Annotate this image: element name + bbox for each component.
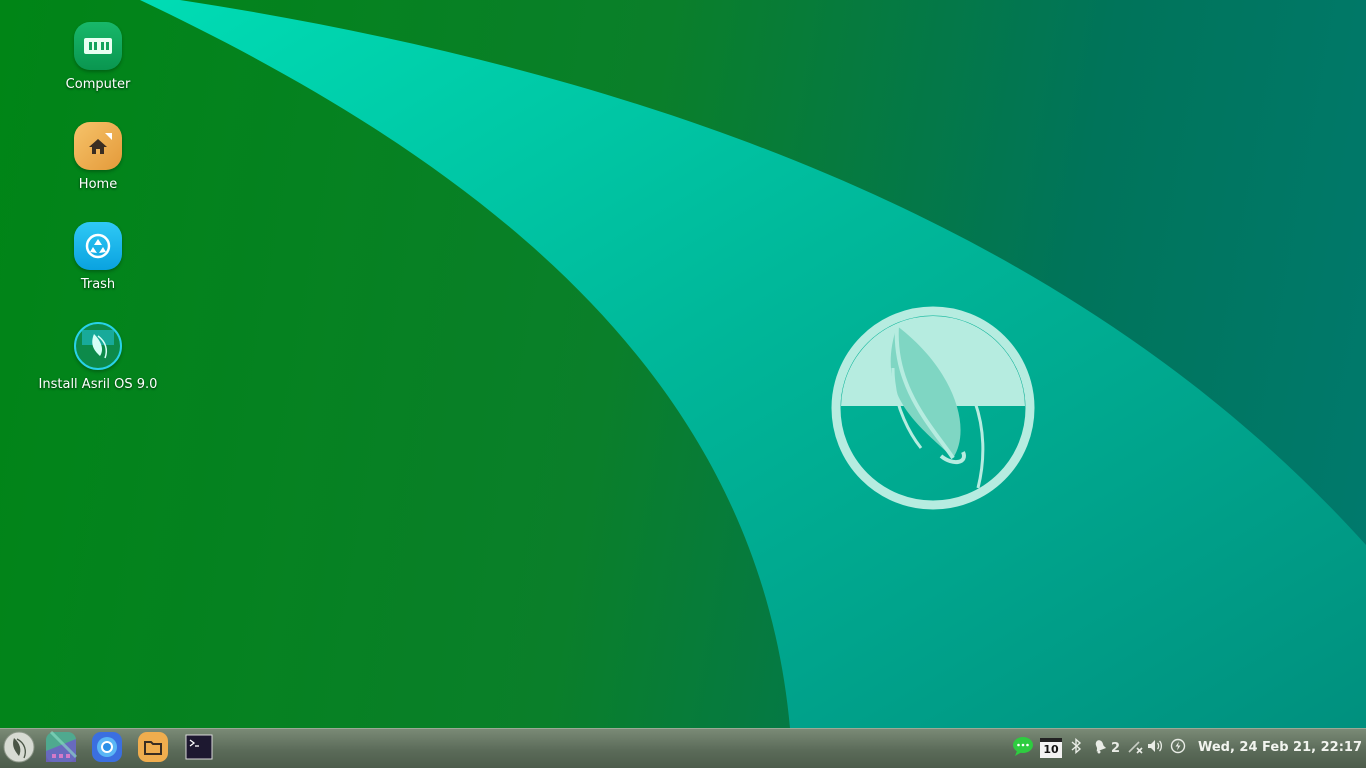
calendar-icon: 10 — [1040, 738, 1062, 758]
desktop-icon-label: Install Asril OS 9.0 — [38, 377, 158, 392]
desktop-icon-label: Computer — [65, 77, 131, 92]
notifications-tray-button[interactable]: 2 — [1090, 738, 1122, 758]
desktop-icon-trash[interactable]: Trash — [33, 222, 163, 292]
desktop-icon-label: Home — [78, 177, 118, 192]
computer-icon — [74, 22, 122, 70]
terminal-icon — [185, 734, 213, 764]
volume-icon — [1146, 738, 1164, 758]
desktop-icon-home[interactable]: Home — [33, 122, 163, 192]
notification-count: 2 — [1110, 740, 1121, 756]
browser-icon — [91, 731, 123, 767]
volume-tray-button[interactable] — [1146, 738, 1164, 758]
network-disconnected-icon — [1127, 738, 1143, 758]
notification-bell-icon — [1092, 738, 1108, 758]
browser-launcher[interactable] — [90, 732, 124, 766]
app-grid-icon — [45, 730, 78, 767]
terminal-launcher[interactable] — [182, 732, 216, 766]
desktop[interactable]: Computer Home Trash Install Asril OS 9.0 — [0, 0, 1366, 728]
calendar-tray-button[interactable]: 10 — [1039, 738, 1063, 758]
app-grid-launcher[interactable] — [44, 730, 78, 767]
menu-icon — [3, 731, 35, 767]
desktop-icon-label: Trash — [80, 277, 116, 292]
desktop-icon-installer[interactable]: Install Asril OS 9.0 — [33, 322, 163, 392]
chat-tray-button[interactable] — [1012, 736, 1034, 760]
power-tray-button[interactable] — [1169, 738, 1187, 758]
home-folder-icon — [74, 122, 122, 170]
wallpaper — [140, 0, 1366, 728]
file-manager-icon — [137, 731, 169, 767]
bluetooth-tray-button[interactable] — [1068, 737, 1084, 758]
bluetooth-icon — [1070, 737, 1082, 758]
chat-bubble-icon — [1012, 736, 1034, 760]
calendar-day: 10 — [1043, 743, 1059, 756]
menu-button[interactable] — [2, 731, 36, 767]
network-tray-button[interactable] — [1126, 738, 1144, 758]
trash-icon — [74, 222, 122, 270]
clock[interactable]: Wed, 24 Feb 21, 22:17 — [1198, 740, 1362, 755]
file-manager-launcher[interactable] — [136, 732, 170, 766]
wallpaper-swoosh — [140, 0, 1366, 728]
installer-icon — [74, 322, 122, 370]
desktop-icon-computer[interactable]: Computer — [33, 22, 163, 92]
bottom-panel: 10 2 Wed, 24 Feb 21, 22:17 — [0, 728, 1366, 768]
power-icon — [1170, 738, 1186, 758]
